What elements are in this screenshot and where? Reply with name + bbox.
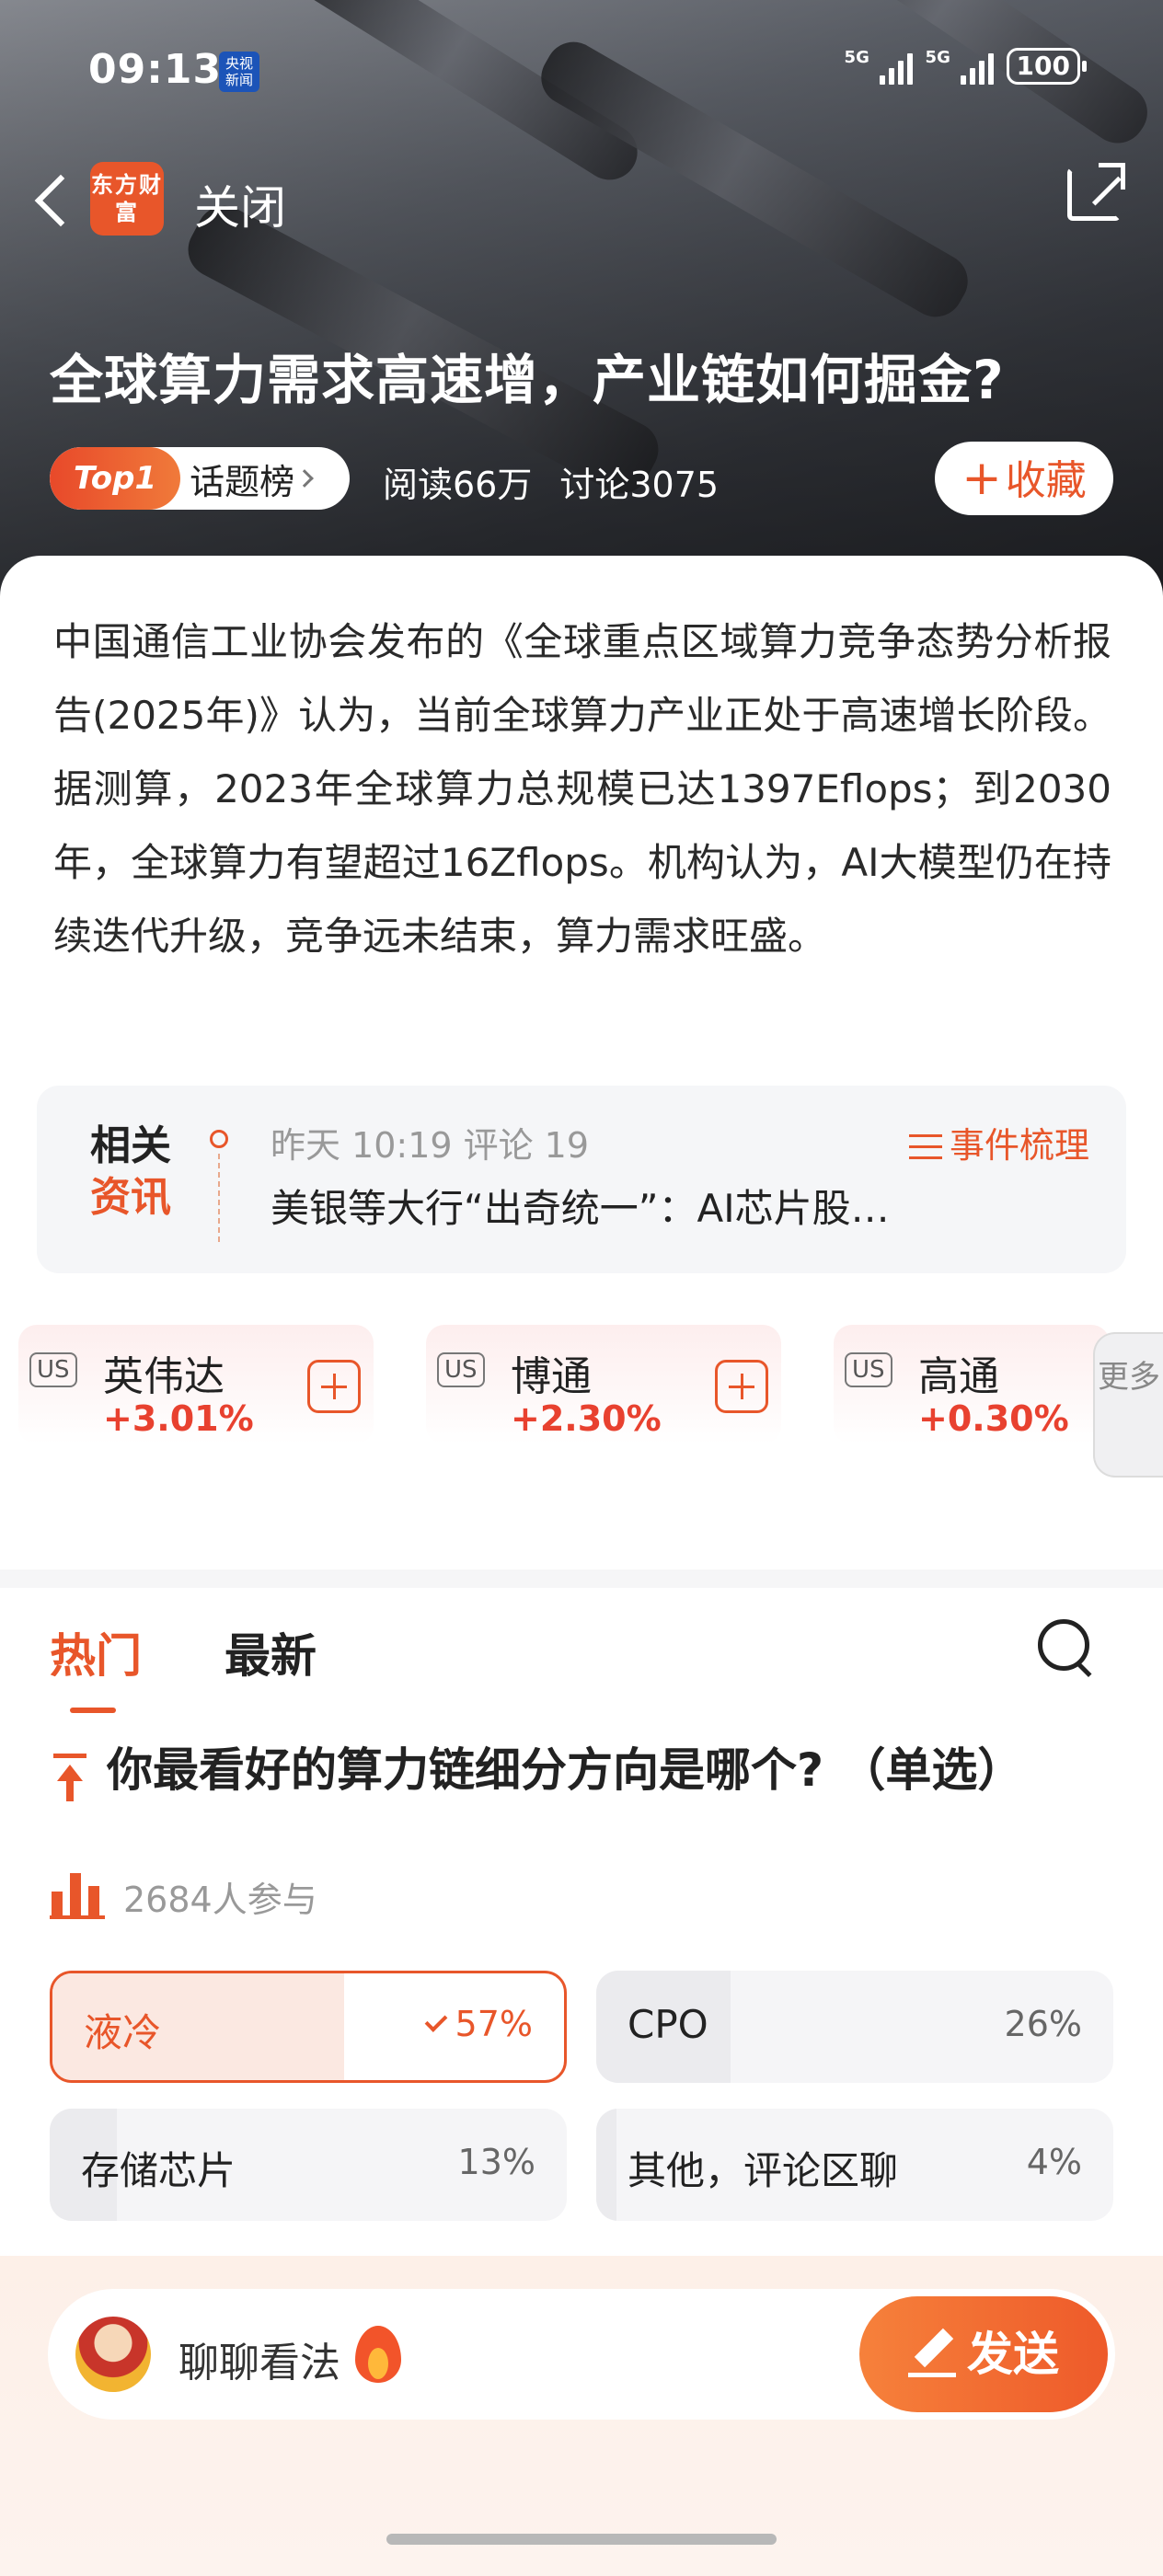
battery-icon: 100 bbox=[1006, 48, 1088, 85]
related-badge-line2: 资讯 bbox=[90, 1174, 171, 1221]
market-badge: US bbox=[845, 1352, 892, 1387]
check-icon bbox=[424, 2009, 447, 2032]
mascot-avatar bbox=[75, 2317, 151, 2392]
timeline-line bbox=[218, 1154, 220, 1242]
bottom-bar: 聊聊看法 发送 bbox=[0, 2256, 1163, 2576]
stock-card[interactable]: US 博通 +2.30% bbox=[426, 1325, 781, 1444]
status-time: 09:13 bbox=[88, 46, 223, 93]
stock-change: +3.01% bbox=[103, 1398, 254, 1439]
signal-icon: 5G bbox=[845, 48, 913, 85]
poll-option-label: 存储芯片 bbox=[81, 2148, 236, 2193]
tab-latest[interactable]: 最新 bbox=[225, 1619, 317, 1685]
related-meta: 昨天 10:19 评论 19 bbox=[271, 1117, 589, 1167]
poll-option-percent: 13% bbox=[457, 2142, 535, 2182]
related-news[interactable]: 相关 资讯 昨天 10:19 评论 19 事件梳理 美银等大行“出奇统一”：AI芯… bbox=[37, 1086, 1126, 1273]
related-badge-line1: 相关 bbox=[90, 1122, 171, 1169]
chevron-right-icon bbox=[295, 469, 315, 488]
poll-option[interactable]: 液冷 57% bbox=[50, 1971, 567, 2083]
signal-icon: 5G bbox=[926, 48, 994, 85]
read-count: 阅读66万 bbox=[383, 465, 533, 505]
stock-card[interactable]: US 英伟达 +3.01% bbox=[18, 1325, 374, 1444]
poll-option[interactable]: 其他，评论区聊 4% bbox=[596, 2109, 1113, 2221]
fire-icon bbox=[351, 2318, 405, 2386]
tab-hot[interactable]: 热门 bbox=[50, 1619, 142, 1713]
stock-row: US 英伟达 +3.01% US 博通 +2.30% US 高通 +0.30% … bbox=[0, 1325, 1163, 1478]
topic-stats: 阅读66万 讨论3075 bbox=[383, 456, 719, 507]
topic-description: 中国通信工业协会发布的《全球重点区域算力竞争态势分析报告(2025年)》认为，当… bbox=[53, 619, 1111, 959]
share-icon[interactable] bbox=[1067, 163, 1125, 221]
poll-option-percent: 57% bbox=[424, 2004, 533, 2044]
market-badge: US bbox=[29, 1352, 77, 1387]
rank-badge: Top1 bbox=[50, 447, 181, 510]
timeline-dot-icon bbox=[210, 1130, 228, 1148]
poll-option-label: CPO bbox=[628, 2002, 708, 2047]
signal-label: 5G bbox=[844, 48, 869, 67]
pen-icon bbox=[908, 2329, 956, 2377]
related-time: 昨天 10:19 bbox=[271, 1125, 453, 1166]
app-logo: 东方财富 bbox=[90, 162, 164, 236]
back-arrow-icon[interactable] bbox=[26, 166, 81, 232]
market-badge: US bbox=[437, 1352, 485, 1387]
signal-label: 5G bbox=[925, 48, 950, 67]
topic-meta: Top1 话题榜 阅读66万 讨论3075 +收藏 bbox=[50, 442, 1113, 515]
status-bar: 09:13 央视新闻 5G 5G 100 bbox=[88, 46, 1088, 101]
event-timeline-link[interactable]: 事件梳理 bbox=[908, 1117, 1089, 1167]
favorite-button[interactable]: +收藏 bbox=[935, 442, 1113, 515]
event-timeline-label: 事件梳理 bbox=[949, 1125, 1089, 1166]
plus-icon: + bbox=[961, 451, 1002, 506]
pin-top-icon bbox=[50, 1754, 90, 1805]
stock-name: 博通 bbox=[511, 1353, 592, 1400]
poll-option-label: 液冷 bbox=[84, 2010, 162, 2055]
poll-option-percent: 26% bbox=[1004, 2004, 1082, 2044]
stock-card[interactable]: US 高通 +0.30% bbox=[834, 1325, 1110, 1444]
topic-card: 中国通信工业协会发布的《全球重点区域算力竞争态势分析报告(2025年)》认为，当… bbox=[0, 556, 1163, 1052]
cctv-news-icon: 央视新闻 bbox=[219, 52, 259, 92]
poll-option-percent-value: 57% bbox=[455, 2004, 533, 2044]
comment-composer[interactable]: 聊聊看法 发送 bbox=[48, 2289, 1115, 2420]
poll-option-fill bbox=[596, 2109, 617, 2221]
stock-change: +2.30% bbox=[511, 1398, 662, 1439]
stock-name: 英伟达 bbox=[103, 1353, 225, 1400]
list-icon bbox=[908, 1134, 942, 1160]
related-headline[interactable]: 美银等大行“出奇统一”：AI芯片股… bbox=[271, 1178, 890, 1234]
poll-option-percent: 4% bbox=[1026, 2142, 1082, 2182]
poll-option-label: 其他，评论区聊 bbox=[628, 2148, 899, 2193]
hero-banner: 09:13 央视新闻 5G 5G 100 东方财富 关闭 全球算力需求高速增，产… bbox=[0, 0, 1163, 607]
close-button[interactable]: 关闭 bbox=[194, 171, 286, 237]
poll-option[interactable]: 存储芯片 13% bbox=[50, 2109, 567, 2221]
related-comments: 评论 19 bbox=[463, 1125, 590, 1166]
related-badge: 相关 资讯 bbox=[90, 1121, 171, 1224]
discussion-count: 讨论3075 bbox=[559, 465, 720, 505]
add-watchlist-icon[interactable] bbox=[715, 1360, 768, 1413]
status-right: 5G 5G 100 bbox=[845, 48, 1088, 85]
stock-change: +0.30% bbox=[918, 1398, 1069, 1439]
add-watchlist-icon[interactable] bbox=[307, 1360, 361, 1413]
stock-name: 高通 bbox=[918, 1353, 999, 1400]
page-title: 全球算力需求高速增，产业链如何掘金? bbox=[50, 349, 1005, 411]
send-button[interactable]: 发送 bbox=[859, 2296, 1108, 2412]
search-icon[interactable] bbox=[1038, 1619, 1093, 1674]
nav-bar: 东方财富 关闭 bbox=[26, 155, 1137, 243]
rank-label: 话题榜 bbox=[190, 461, 295, 502]
poll-participants: 2684人参与 bbox=[123, 1880, 317, 1920]
bar-chart-icon bbox=[50, 1868, 105, 1919]
topic-rank-chip[interactable]: Top1 话题榜 bbox=[50, 447, 350, 510]
poll-question: 你最看好的算力链细分方向是哪个? （单选） bbox=[107, 1743, 1024, 1797]
more-stocks-button[interactable]: 更多 bbox=[1093, 1332, 1163, 1478]
home-indicator[interactable] bbox=[386, 2534, 777, 2545]
section-divider bbox=[0, 1570, 1163, 1588]
send-label: 发送 bbox=[967, 2328, 1059, 2381]
favorite-label: 收藏 bbox=[1005, 457, 1087, 504]
poll-option[interactable]: CPO 26% bbox=[596, 1971, 1113, 2083]
comment-input[interactable]: 聊聊看法 bbox=[178, 2329, 340, 2388]
